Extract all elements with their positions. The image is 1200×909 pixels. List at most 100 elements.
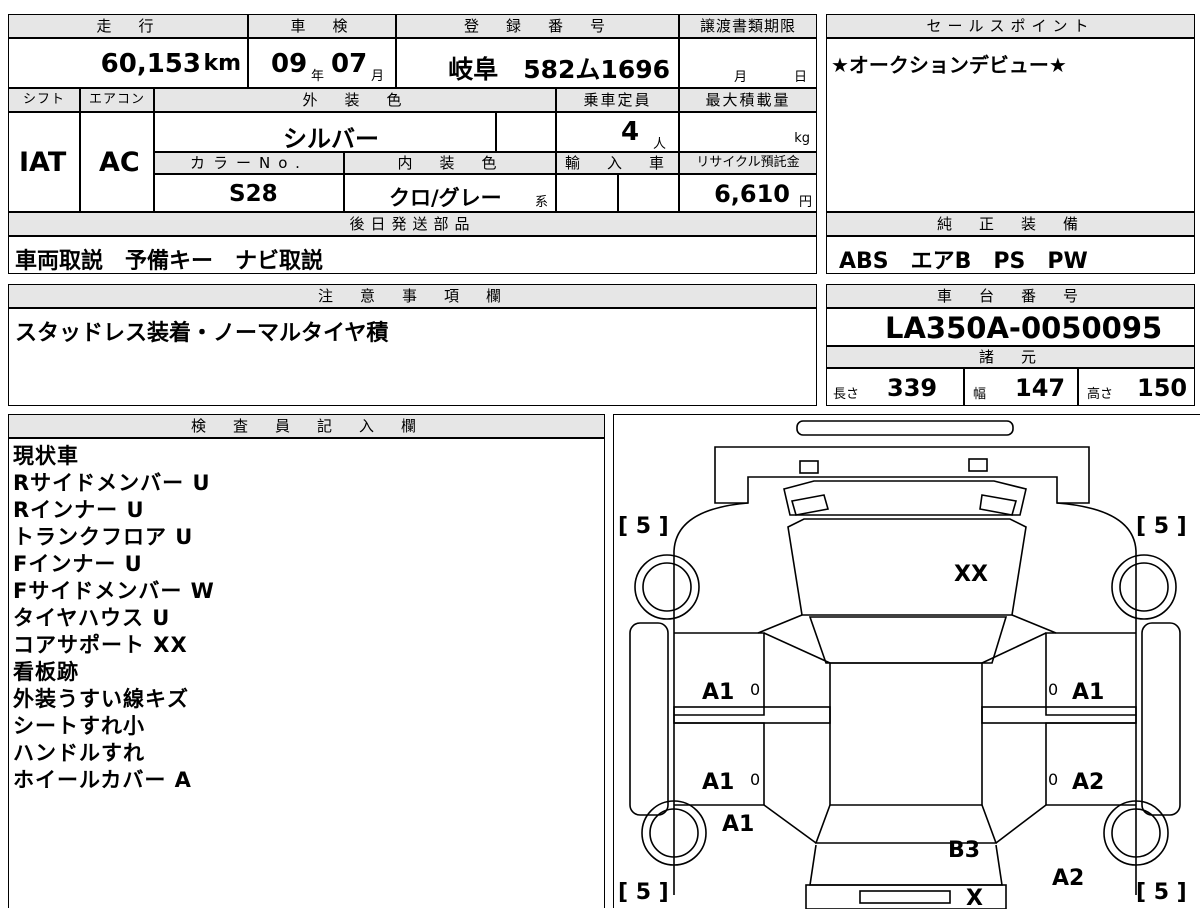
exterior-color-header: 外 装 色 — [154, 88, 556, 112]
inspector-line: 看板跡 — [13, 660, 79, 684]
tire-front-right: [ 5 ] — [1136, 514, 1187, 539]
notes-text: スタッドレス装着・ノーマルタイヤ積 — [15, 321, 389, 346]
max-load-cell: kg — [679, 112, 817, 152]
inspector-line: Rサイドメンバー U — [13, 471, 211, 495]
genuine-equipment-text: ABS エアB PS PW — [839, 249, 1088, 274]
tire-rear-right: [ 5 ] — [1136, 880, 1187, 905]
import-header: 輸 入 車 — [556, 152, 679, 174]
inspector-line: シートすれ小 — [13, 714, 145, 738]
registration-cell: 岐阜 582ム1696 — [396, 38, 679, 88]
registration-value: 岐阜 582ム1696 — [448, 55, 670, 84]
shift-header: シフト — [8, 88, 80, 112]
color-no-value: S28 — [229, 181, 278, 207]
front-right-wheel-inner — [1119, 562, 1169, 612]
later-parts-cell: 車両取説 予備キー ナビ取説 — [8, 236, 817, 274]
inspector-line: Fサイドメンバー W — [13, 579, 215, 603]
interior-color-header: 内 装 色 — [344, 152, 556, 174]
inspector-line: Rインナー U — [13, 498, 145, 522]
interior-suffix: 系 — [535, 195, 549, 210]
notes-header: 注 意 事 項 欄 — [8, 284, 817, 308]
zero-right-front: 0 — [1048, 680, 1058, 699]
mark-right-front-door: A1 — [1072, 680, 1104, 705]
inspector-line: タイヤハウス U — [13, 606, 171, 630]
genuine-equipment-cell: ABS エアB PS PW — [826, 236, 1195, 274]
right-headlight — [968, 458, 988, 472]
later-parts-header: 後日発送部品 — [8, 212, 817, 236]
inspector-line: 外装うすい線キズ — [13, 687, 189, 711]
left-c-pillar — [763, 804, 817, 844]
dims-header: 諸 元 — [826, 346, 1195, 368]
length-value: 339 — [887, 374, 938, 402]
recycle-header: リサイクル預託金 — [679, 152, 817, 174]
shift-value: IAT — [19, 147, 67, 178]
right-c-pillar — [995, 804, 1047, 844]
mark-right-rear-fender: A2 — [1052, 866, 1084, 891]
max-load-header: 最大積載量 — [679, 88, 817, 112]
front-spoiler — [796, 420, 1014, 436]
interior-color-cell: クロ/グレー 系 — [344, 174, 556, 212]
capacity-header: 乗車定員 — [556, 88, 679, 112]
mileage-header: 走 行 — [8, 14, 248, 38]
front-bumper — [714, 446, 1090, 504]
import-cell-b — [618, 174, 679, 212]
inspection-header: 車 検 — [248, 14, 396, 38]
exterior-color-cell: シルバー — [154, 112, 496, 153]
inspector-line: トランクフロア U — [13, 525, 194, 549]
mileage-unit: km — [203, 51, 241, 76]
mark-rear: X — [966, 886, 983, 909]
grille-inner-left — [790, 494, 830, 516]
windshield — [808, 616, 1008, 664]
mark-left-rear-fender: A1 — [722, 812, 754, 837]
mileage-value: 60,153 — [100, 49, 201, 79]
width-label: 幅 — [973, 387, 987, 402]
aircon-value: AC — [99, 147, 140, 178]
registration-header: 登 録 番 号 — [396, 14, 679, 38]
notes-cell: スタッドレス装着・ノーマルタイヤ積 — [8, 308, 817, 406]
mark-left-front-door: A1 — [702, 680, 734, 705]
mark-left-rear-door: A1 — [702, 770, 734, 795]
rear-plate — [859, 890, 951, 904]
import-cell-a — [556, 174, 618, 212]
color-no-header: カラーNo. — [154, 152, 344, 174]
left-fender-front — [629, 622, 669, 816]
sales-points-text: ★オークションデビュー★ — [831, 53, 1067, 77]
recycle-value: 6,610 — [714, 180, 790, 208]
car-diagram: [ 5 ] [ 5 ] [ 5 ] [ 5 ] XX A1 A1 A1 A2 A… — [618, 420, 1187, 909]
chassis-value: LA350A-0050095 — [885, 311, 1163, 345]
inspector-header: 検 査 員 記 入 欄 — [8, 414, 605, 438]
inspector-line: 現状車 — [13, 444, 79, 468]
length-cell: 長さ 339 — [826, 368, 964, 406]
grille-inner-right — [979, 494, 1018, 516]
length-label: 長さ — [833, 387, 860, 402]
exterior-color-extra-cell — [496, 112, 556, 152]
mark-right-rear-door: A2 — [1072, 770, 1104, 795]
transfer-deadline-header: 譲渡書類期限 — [679, 14, 817, 38]
chassis-cell: LA350A-0050095 — [826, 308, 1195, 346]
chassis-header: 車 台 番 号 — [826, 284, 1195, 308]
height-label: 高さ — [1087, 387, 1114, 402]
transfer-deadline-cell: 月 日 — [679, 38, 817, 88]
front-left-wheel-outer — [634, 554, 700, 620]
transfer-month-unit: 月 — [734, 70, 748, 85]
width-cell: 幅 147 — [964, 368, 1078, 406]
genuine-equipment-header: 純 正 装 備 — [826, 212, 1195, 236]
sales-points-header: セールスポイント — [826, 14, 1195, 38]
right-fender-front — [1141, 622, 1181, 816]
inspector-line: ホイールカバー A — [13, 768, 192, 792]
roof — [829, 662, 983, 806]
front-left-wheel-inner — [642, 562, 692, 612]
zero-left-rear: 0 — [750, 770, 760, 789]
inspector-cell: 現状車 Rサイドメンバー U Rインナー U トランクフロア U Fインナー U Fサイド… — [8, 438, 605, 908]
recycle-cell: 6,610 円 — [679, 174, 817, 212]
zero-right-rear: 0 — [1048, 770, 1058, 789]
inspector-lines: 現状車 Rサイドメンバー U Rインナー U トランクフロア U Fインナー U Fサイド… — [13, 443, 215, 794]
aircon-header: エアコン — [80, 88, 154, 112]
left-headlight — [799, 460, 819, 474]
inspection-cell: 09 年 07 月 — [248, 38, 396, 88]
height-value: 150 — [1137, 374, 1188, 402]
inspector-line: コアサポート XX — [13, 633, 188, 657]
tire-rear-left: [ 5 ] — [618, 880, 669, 905]
max-load-unit: kg — [794, 131, 810, 146]
recycle-unit: 円 — [798, 195, 812, 210]
right-b-pillar — [981, 632, 1047, 664]
